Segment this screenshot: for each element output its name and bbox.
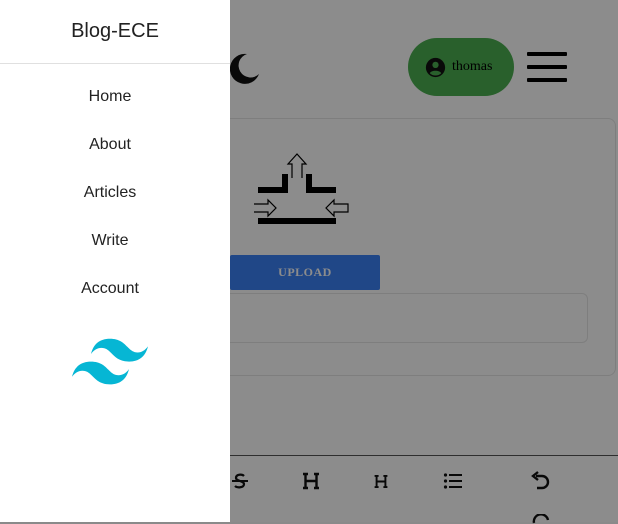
nav-item-articles[interactable]: Articles	[0, 178, 220, 208]
drawer-title: Blog-ECE	[0, 0, 230, 64]
nav-item-home[interactable]: Home	[0, 82, 220, 112]
nav-item-about[interactable]: About	[0, 130, 220, 160]
nav-item-write[interactable]: Write	[0, 226, 220, 256]
nav-item-account[interactable]: Account	[0, 274, 220, 304]
tailwind-logo	[72, 338, 148, 385]
navigation-drawer: Blog-ECE Home About Articles Write Accou…	[0, 0, 230, 522]
